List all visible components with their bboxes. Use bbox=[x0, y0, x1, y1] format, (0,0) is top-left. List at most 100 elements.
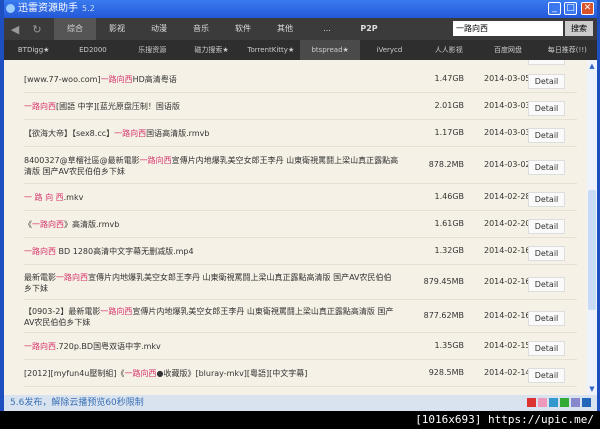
keyword-highlight: 一 路 向 西 bbox=[24, 192, 64, 202]
scrollbar[interactable]: ▲ ▼ bbox=[587, 60, 597, 395]
result-name[interactable]: 《一路向西》高清版.rmvb bbox=[24, 219, 399, 230]
file-size: 878.2MB bbox=[428, 159, 464, 169]
watermark: [1016x693] https://upic.me/ bbox=[415, 413, 594, 426]
result-name[interactable]: 一路向西.720p.BD国粤双语中字.mkv bbox=[24, 341, 399, 352]
file-size: 2.01GB bbox=[434, 100, 465, 110]
result-row: 一路向西[國語 中字][蓝光原盘压制！国语版 2.01GB 2014-03-03… bbox=[24, 93, 577, 120]
source-tab[interactable]: btspread★ bbox=[300, 40, 360, 60]
source-tab[interactable]: TorrentKitty★ bbox=[241, 40, 300, 60]
file-size: 1.47GB bbox=[434, 73, 465, 83]
nav-tab[interactable]: 音乐 bbox=[180, 18, 222, 40]
file-date: 2014-02-20 bbox=[484, 218, 531, 228]
name-prefix: [2012][myfun4u壓制組]《 bbox=[24, 368, 125, 378]
keyword-highlight: 一路向西 bbox=[100, 306, 133, 316]
file-date: 2014-02-16 bbox=[484, 245, 531, 255]
result-name[interactable]: [2012][myfun4u壓制組]《一路向西●收藏版》[bluray-mkv]… bbox=[24, 368, 399, 379]
detail-button[interactable]: Detail bbox=[528, 340, 565, 356]
result-name[interactable]: 一 路 向 西.mkv bbox=[24, 192, 399, 203]
file-date: 2014-03-05 bbox=[484, 73, 531, 83]
result-name[interactable]: 8400327@草榴社區@最新電影一路向西宣傳片内地爆乳美空女郎王李丹 山東衛視… bbox=[24, 155, 399, 177]
keyword-highlight: 一路向西 bbox=[24, 341, 56, 351]
nav-tab[interactable]: 软件 bbox=[222, 18, 264, 40]
result-name[interactable]: 最新電影一路向西宣傳片内地爆乳美空女郎王李丹 山東衛視罵鬪上梁山真正露點高清版 … bbox=[24, 272, 399, 294]
source-tab[interactable]: 百度网盘 bbox=[478, 40, 537, 60]
detail-button[interactable]: Detail bbox=[528, 191, 565, 207]
file-size: 877.62MB bbox=[423, 310, 464, 320]
name-suffix: .720p.BD国粤双语中字.mkv bbox=[56, 341, 161, 351]
search-input[interactable] bbox=[453, 21, 563, 36]
result-row: 最新電影一路向西宣傳片内地爆乳美空女郎王李丹 山東衛視罵鬪上梁山真正露點高清版 … bbox=[24, 265, 577, 300]
result-row: 8400327@草榴社區@最新電影一路向西宣傳片内地爆乳美空女郎王李丹 山東衛視… bbox=[24, 147, 577, 184]
help-icon[interactable] bbox=[549, 398, 558, 407]
scroll-up-icon[interactable]: ▲ bbox=[587, 62, 597, 70]
search-bar: 搜索 bbox=[453, 21, 593, 36]
source-tab[interactable]: 每日推荐(!!) bbox=[538, 40, 597, 60]
result-name[interactable]: 【0903-2】最新電影一路向西宣傳片内地爆乳美空女郎王李丹 山東衛視罵鬪上梁山… bbox=[24, 306, 399, 328]
name-suffix: HD高清粤语 bbox=[132, 74, 177, 84]
nav-tab[interactable]: ... bbox=[306, 18, 348, 40]
keyword-highlight: 一路向西 bbox=[24, 246, 56, 256]
detail-button[interactable]: Detail bbox=[528, 60, 565, 65]
nav-tab[interactable]: P2P bbox=[348, 18, 390, 40]
keyword-highlight: 一路向西 bbox=[56, 272, 88, 282]
scroll-thumb[interactable] bbox=[588, 190, 596, 310]
file-date: 2014-02-15 bbox=[484, 340, 531, 350]
grid-icon[interactable] bbox=[560, 398, 569, 407]
back-arrow-icon[interactable]: ◀ bbox=[4, 23, 26, 36]
keyword-highlight: 一路向西 bbox=[124, 368, 157, 378]
star-icon[interactable] bbox=[538, 398, 547, 407]
home-icon[interactable] bbox=[527, 398, 536, 407]
name-suffix: 》高清版.rmvb bbox=[64, 219, 120, 229]
nav-tab[interactable]: 综合 bbox=[54, 18, 96, 40]
name-prefix: 8400327@草榴社區@最新電影 bbox=[24, 155, 140, 165]
maximize-button[interactable]: □ bbox=[564, 2, 577, 15]
name-suffix: 国语高清版.rmvb bbox=[146, 128, 210, 138]
source-tab[interactable]: BTDigg★ bbox=[4, 40, 63, 60]
result-name[interactable]: 一路向西[國語 中字][蓝光原盘压制！国语版 bbox=[24, 101, 399, 112]
status-text[interactable]: 5.6发布，解除云播预览60秒限制 bbox=[10, 398, 144, 408]
detail-button[interactable]: Detail bbox=[528, 276, 565, 292]
result-row: 【欲海大帝】【sex8.cc】一路向西国语高清版.rmvb 1.17GB 201… bbox=[24, 120, 577, 147]
file-date: 2014-02-14 bbox=[484, 367, 531, 377]
detail-button[interactable]: Detail bbox=[528, 245, 565, 261]
name-suffix: BD 1280高清中文字幕无删减版.mp4 bbox=[56, 246, 194, 256]
minimize-button[interactable]: _ bbox=[548, 2, 561, 15]
detail-button[interactable]: Detail bbox=[528, 367, 565, 383]
source-tab[interactable]: 人人影视 bbox=[419, 40, 478, 60]
keyword-highlight: 一路向西 bbox=[100, 74, 133, 84]
source-tab[interactable]: ED2000 bbox=[63, 40, 122, 60]
source-tab[interactable]: 乐搜资源 bbox=[123, 40, 182, 60]
close-button[interactable]: ✕ bbox=[581, 2, 594, 15]
source-tab[interactable]: iVerycd bbox=[360, 40, 419, 60]
nav-tab[interactable]: 其他 bbox=[264, 18, 306, 40]
file-date: 2014-02-16 bbox=[484, 310, 531, 320]
detail-button[interactable]: Detail bbox=[528, 310, 565, 326]
result-name[interactable]: [www.77-woo.com]一路向西HD高清粤语 bbox=[24, 74, 399, 85]
detail-button[interactable]: Detail bbox=[528, 159, 565, 175]
user-icon[interactable] bbox=[582, 398, 591, 407]
file-date: 2014-02-16 bbox=[484, 276, 531, 286]
name-prefix: 《 bbox=[24, 219, 32, 229]
status-bar: 5.6发布，解除云播预览60秒限制 bbox=[4, 395, 597, 411]
result-name[interactable]: 【欲海大帝】【sex8.cc】一路向西国语高清版.rmvb bbox=[24, 128, 399, 139]
detail-button[interactable]: Detail bbox=[528, 73, 565, 89]
source-tab[interactable]: 磁力搜索★ bbox=[182, 40, 241, 60]
nav-tab[interactable]: 动漫 bbox=[138, 18, 180, 40]
keyword-highlight: 一路向西 bbox=[114, 128, 147, 138]
nav-tab[interactable]: 影视 bbox=[96, 18, 138, 40]
detail-button[interactable]: Detail bbox=[528, 100, 565, 116]
result-row: 【0903-2】最新電影一路向西宣傳片内地爆乳美空女郎王李丹 山東衛視罵鬪上梁山… bbox=[24, 300, 577, 333]
file-size: 1.32GB bbox=[434, 245, 465, 255]
detail-button[interactable]: Detail bbox=[528, 127, 565, 143]
search-button[interactable]: 搜索 bbox=[565, 21, 593, 36]
scroll-down-icon[interactable]: ▼ bbox=[587, 385, 597, 393]
name-prefix: 最新電影 bbox=[24, 272, 56, 282]
name-prefix: [www.77-woo.com] bbox=[24, 74, 101, 84]
refresh-icon[interactable]: ↻ bbox=[26, 23, 48, 36]
file-size: 879.45MB bbox=[423, 276, 464, 286]
settings-icon[interactable] bbox=[571, 398, 580, 407]
result-row: 一路向西.720p.BD国粤双语中字.mkv 1.35GB 2014-02-15… bbox=[24, 333, 577, 360]
detail-button[interactable]: Detail bbox=[528, 218, 565, 234]
name-prefix: 【0903-2】最新電影 bbox=[24, 306, 101, 316]
result-name[interactable]: 一路向西 BD 1280高清中文字幕无删减版.mp4 bbox=[24, 246, 399, 257]
